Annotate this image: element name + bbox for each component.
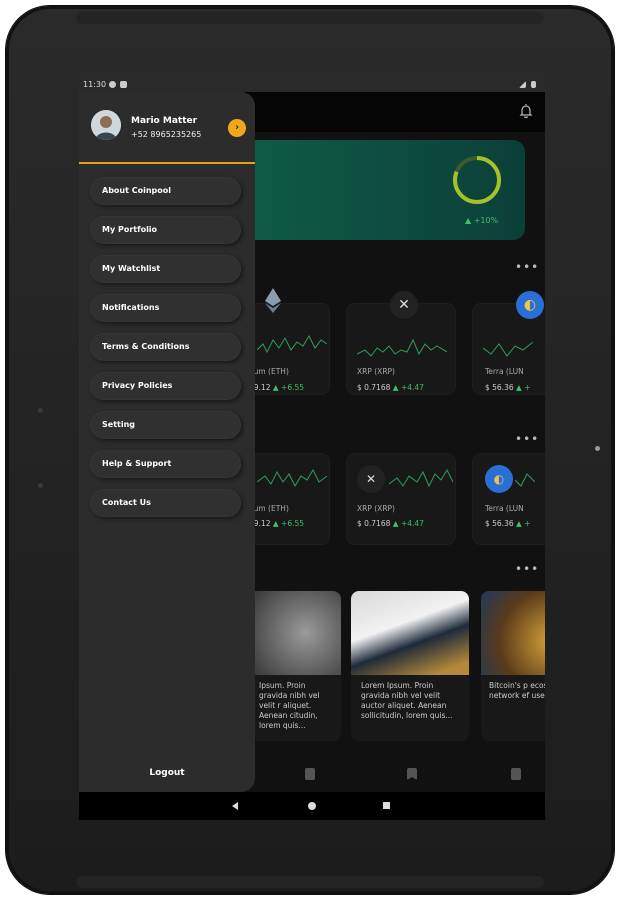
bell-icon[interactable] [519,103,533,119]
coin-price-value: $ 56.36 [485,519,514,528]
status-app-icon [109,81,116,88]
navigation-drawer: Mario Matter +52 8965235265 › About Coin… [79,92,255,792]
eth-sparkline [257,468,327,488]
coin-name: XRP (XRP) [357,504,395,513]
news-card[interactable]: Bitcoin's p ecosystem network ef users j… [481,591,545,741]
coin-change: ▲ +4.47 [392,383,424,392]
coin-price: $ 0.7168 ▲ +4.47 [357,383,424,392]
menu-item-notifications[interactable]: Notifications [90,294,241,322]
coin-change-value: + [524,383,531,392]
menu-item-label: Terms & Conditions [102,342,190,351]
coin-change-value: +4.47 [400,519,424,528]
xrp-icon: ✕ [390,291,418,319]
news-text: Bitcoin's p ecosystem network ef users j… [489,681,545,700]
menu-item-portfolio[interactable]: My Portfolio [90,216,241,244]
menu-item-label: Contact Us [102,498,151,507]
tablet-top-edge [76,12,544,24]
terra-sparkline [515,473,535,487]
home-icon[interactable] [308,802,316,810]
system-navigation-bar [79,792,545,820]
menu-item-label: Privacy Policies [102,381,173,390]
portfolio-change-value: +10% [473,216,499,225]
side-sensor-left-1 [38,408,43,413]
status-bar: 11:30 [79,78,545,92]
terra-icon: ◐ [516,291,544,319]
coin-price: 39.12 ▲ +6.55 [249,383,304,392]
briefcase-icon[interactable] [305,768,315,780]
wifi-icon [519,81,526,88]
portfolio-progress-ring [453,156,501,204]
coin-change: ▲ +4.47 [392,519,424,528]
terra-sparkline [483,341,533,357]
menu-item-label: Help & Support [102,459,172,468]
logout-button[interactable]: Logout [79,768,255,778]
menu-item-label: Setting [102,420,135,429]
portfolio-change: ▲ +10% [465,216,499,225]
coin-price: $ 0.7168 ▲ +4.47 [357,519,424,528]
document-icon[interactable] [511,768,521,780]
eth-sparkline [257,334,327,354]
user-name: Mario Matter [131,116,198,126]
menu-item-contact[interactable]: Contact Us [90,489,241,517]
menu-item-help[interactable]: Help & Support [90,450,241,478]
coin-change-value: +4.47 [400,383,424,392]
news-image-bitcoin-laptop [351,591,469,675]
user-phone: +52 8965235265 [131,130,202,139]
battery-icon [531,81,536,88]
coin-change-value: +6.55 [281,519,305,528]
more-options-icon[interactable]: ••• [515,562,539,576]
terra-icon: ◐ [485,465,513,493]
news-card[interactable]: Lorem Ipsum. Proin gravida nibh vel veli… [351,591,469,741]
coin-name: Terra (LUN [485,367,524,376]
menu-item-watchlist[interactable]: My Watchlist [90,255,241,283]
coin-change: ▲ +6.55 [272,519,305,528]
ethereum-icon [265,288,281,313]
menu-item-label: My Watchlist [102,264,161,273]
coin-change-value: +6.55 [281,383,305,392]
coin-change: ▲ +6.55 [272,383,305,392]
drawer-header: Mario Matter +52 8965235265 › [79,92,255,164]
news-text: Lorem Ipsum. Proin gravida nibh vel veli… [361,681,453,720]
device-screen: 11:30 ▲ +10% ••• ✕ ◐ eum (ETH) 39.12 ▲ +… [79,78,545,820]
bookmark-icon[interactable] [407,768,417,780]
chevron-right-icon[interactable]: › [228,119,246,137]
xrp-sparkline [389,468,453,488]
coin-change-value: + [524,519,531,528]
user-photo-icon [91,110,121,140]
back-icon[interactable] [232,802,238,810]
status-notification-icon [120,81,127,88]
avatar[interactable] [91,110,121,140]
menu-item-setting[interactable]: Setting [90,411,241,439]
xrp-sparkline [357,338,447,357]
coin-change: ▲ + [516,519,531,528]
menu-item-terms[interactable]: Terms & Conditions [90,333,241,361]
recents-icon[interactable] [383,802,390,809]
coin-price: $ 56.36 ▲ + [485,519,530,528]
status-time: 11:30 [83,80,107,89]
coin-price-value: $ 56.36 [485,383,514,392]
side-sensor-left-2 [38,483,43,488]
coin-name: Terra (LUN [485,504,524,513]
more-options-icon[interactable]: ••• [515,432,539,446]
coin-name: XRP (XRP) [357,367,395,376]
coin-price-value: $ 0.7168 [357,519,391,528]
news-image-bitcoin-coins [481,591,545,675]
tablet-bottom-edge [76,876,544,888]
front-camera [595,446,600,451]
coin-price: $ 56.36 ▲ + [485,383,530,392]
menu-item-label: Notifications [102,303,160,312]
more-options-icon[interactable]: ••• [515,260,539,274]
menu-item-label: My Portfolio [102,225,158,234]
menu-item-about[interactable]: About Coinpool [90,177,241,205]
coin-price: 39.12 ▲ +6.55 [249,519,304,528]
coin-price-value: $ 0.7168 [357,383,391,392]
coin-change: ▲ + [516,383,531,392]
menu-item-label: About Coinpool [102,186,171,195]
xrp-icon: ✕ [357,465,385,493]
menu-item-privacy[interactable]: Privacy Policies [90,372,241,400]
